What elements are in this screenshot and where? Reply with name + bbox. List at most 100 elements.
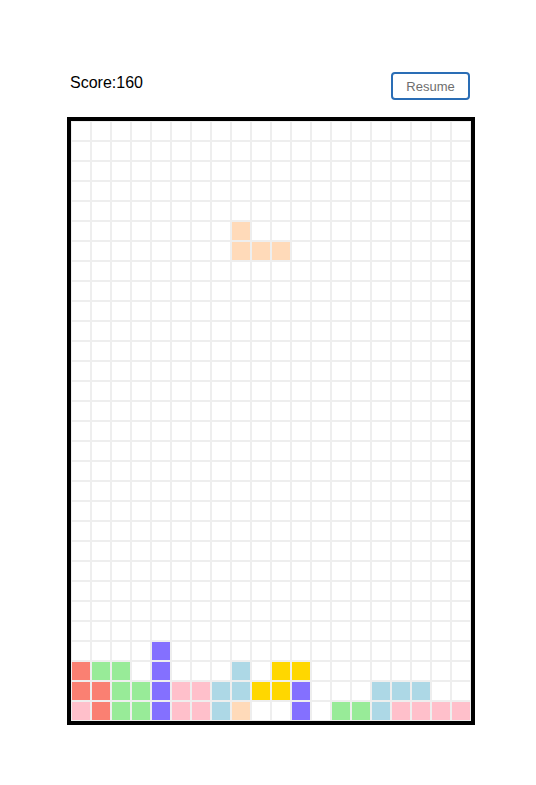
board-cell [231,281,251,301]
board-cell [411,461,431,481]
board-cell [231,441,251,461]
board-cell [151,581,171,601]
board-cell [71,321,91,341]
board-cell [351,161,371,181]
board-cell [451,241,471,261]
board-cell [451,581,471,601]
board-cell [191,161,211,181]
board-cell [211,221,231,241]
board-cell [351,221,371,241]
board-cell [391,161,411,181]
board-cell [331,201,351,221]
board-cell [111,421,131,441]
board-cell [251,141,271,161]
stacked-block [71,681,91,701]
board-cell [271,601,291,621]
board-cell [171,281,191,301]
board-cell [371,321,391,341]
board-cell [311,601,331,621]
board-cell [171,501,191,521]
board-cell [151,541,171,561]
board-cell [431,301,451,321]
stacked-block [91,681,111,701]
board-cell [191,421,211,441]
board-cell [391,441,411,461]
board-cell [391,601,411,621]
board-cell [431,341,451,361]
board-cell [351,561,371,581]
board-cell [271,481,291,501]
board-cell [291,401,311,421]
board-cell [231,301,251,321]
board-cell [271,121,291,141]
board-cell [211,581,231,601]
board-cell [271,281,291,301]
board-cell [351,501,371,521]
board-cell [191,181,211,201]
board-cell [371,301,391,321]
board-cell [211,441,231,461]
stacked-block [111,701,131,721]
board-cell [391,641,411,661]
board-cell [271,261,291,281]
board-cell [391,221,411,241]
board-cell [211,501,231,521]
board-cell [151,481,171,501]
board-cell [311,161,331,181]
board-cell [391,521,411,541]
board-cell [311,561,331,581]
board-cell [91,121,111,141]
resume-button[interactable]: Resume [391,72,470,100]
board-cell [311,221,331,241]
board-cell [211,201,231,221]
board-cell [131,201,151,221]
board-cell [311,281,331,301]
board-cell [431,521,451,541]
board-cell [331,601,351,621]
board-cell [291,221,311,241]
stacked-block [71,661,91,681]
board-cell [411,241,431,261]
board-cell [351,281,371,301]
stacked-block [291,701,311,721]
board-cell [331,281,351,301]
board-cell [171,341,191,361]
board-cell [191,561,211,581]
board-cell [411,421,431,441]
board-cell [131,421,151,441]
board-cell [211,601,231,621]
board-cell [351,301,371,321]
board-cell [231,581,251,601]
board-cell [431,281,451,301]
board-cell [411,661,431,681]
board-cell [411,321,431,341]
board-cell [311,181,331,201]
board-cell [71,221,91,241]
stacked-block [411,681,431,701]
stacked-block [431,701,451,721]
board-cell [151,501,171,521]
board-cell [91,621,111,641]
board-cell [251,381,271,401]
board-cell [331,361,351,381]
board-cell [271,641,291,661]
board-cell [411,261,431,281]
stacked-block [231,701,251,721]
board-cell [311,681,331,701]
board-cell [91,501,111,521]
board-cell [91,461,111,481]
board-cell [91,641,111,661]
board-cell [391,661,411,681]
board-cell [151,201,171,221]
board-cell [291,181,311,201]
board-cell [451,381,471,401]
board-cell [451,121,471,141]
board-cell [71,201,91,221]
board-cell [171,461,191,481]
board-cell [271,221,291,241]
board-cell [91,241,111,261]
board-cell [431,481,451,501]
board-cell [131,641,151,661]
board-cell [371,581,391,601]
board-cell [151,521,171,541]
